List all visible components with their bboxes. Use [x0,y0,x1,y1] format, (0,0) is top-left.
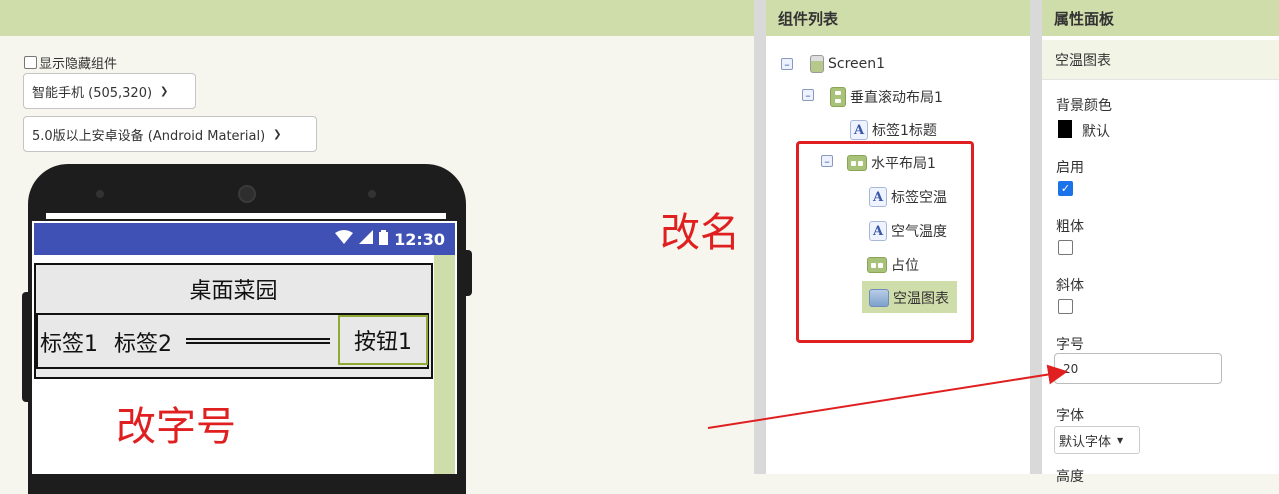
properties-panel-title: 属性面板 [1042,0,1279,36]
battery-icon [379,229,389,249]
font-label: 字体 [1056,408,1084,424]
tree-item-label: 标签1标题 [872,123,937,139]
show-hidden-components[interactable]: 显示隐藏组件 [24,53,117,72]
enabled-checkbox[interactable]: ✓ [1058,181,1073,196]
wifi-icon [335,230,354,248]
screen-right-area [434,255,455,474]
button1[interactable]: 按钮1 [338,315,428,365]
theme-value: 5.0版以上安卓设备 (Android Material) [32,128,266,144]
selected-component-name: 空温图表 [1042,40,1279,80]
height-label: 高度 [1056,469,1084,485]
status-bar: 12:30 [34,223,455,255]
chart-placeholder[interactable] [186,338,330,344]
phone-speaker-icon [238,185,256,203]
tree-item-screen1[interactable]: Screen1 [810,50,885,78]
signal-icon [359,230,374,248]
splitter-right[interactable] [1030,0,1042,474]
show-hidden-checkbox[interactable] [24,56,37,69]
font-size-input[interactable]: 20 [1054,353,1222,384]
chevron-down-icon: ❯ [273,128,282,140]
title-label[interactable]: 桌面菜园 [36,265,431,313]
rename-highlight-box [796,141,974,343]
background-color-label: 背景颜色 [1056,98,1112,114]
chevron-down-icon: ❯ [160,85,169,97]
phone-top-bezel-strip [46,213,446,219]
font-typeface-value: 默认字体 [1059,434,1112,450]
font-typeface-select[interactable]: 默认字体 ▼ [1054,426,1140,454]
theme-select[interactable]: 5.0版以上安卓设备 (Android Material) ❯ [23,116,317,152]
components-panel-title: 组件列表 [766,0,1030,36]
background-color-value[interactable]: 默认 [1082,121,1110,141]
dropdown-arrow-icon: ▼ [1117,435,1124,445]
status-time: 12:30 [394,229,445,249]
screen-icon [810,55,824,73]
label1[interactable]: 标签1 [40,326,98,358]
splitter-left[interactable] [754,0,766,474]
tree-item-title-label[interactable]: A 标签1标题 [850,116,937,144]
device-size-value: 智能手机 (505,320) [32,85,153,101]
label-icon: A [850,120,868,140]
device-size-select[interactable]: 智能手机 (505,320) ❯ [23,73,196,109]
italic-label: 斜体 [1056,278,1084,294]
collapse-vscroll-icon[interactable]: – [802,89,814,101]
tree-item-label: Screen1 [828,56,886,72]
phone-camera-icon [96,190,104,198]
phone-side-button-left [22,292,30,402]
enabled-label: 启用 [1056,160,1084,176]
annotation-rename: 改名 [660,210,740,256]
phone-side-button-right [464,250,472,296]
bold-checkbox[interactable] [1058,240,1073,255]
label2[interactable]: 标签2 [114,326,172,358]
annotation-change-font-size: 改字号 [116,404,236,450]
background-color-swatch[interactable] [1058,120,1072,138]
phone-sensor-icon [368,190,376,198]
show-hidden-label: 显示隐藏组件 [39,57,118,72]
tree-item-vertical-scroll[interactable]: 垂直滚动布局1 [830,83,943,111]
viewer-header [0,0,754,36]
tree-item-label: 垂直滚动布局1 [850,90,943,106]
vertical-scroll-arrangement-icon [830,87,846,107]
collapse-screen1-icon[interactable]: – [781,58,793,70]
italic-checkbox[interactable] [1058,299,1073,314]
font-size-label: 字号 [1056,337,1084,353]
bold-label: 粗体 [1056,219,1084,235]
